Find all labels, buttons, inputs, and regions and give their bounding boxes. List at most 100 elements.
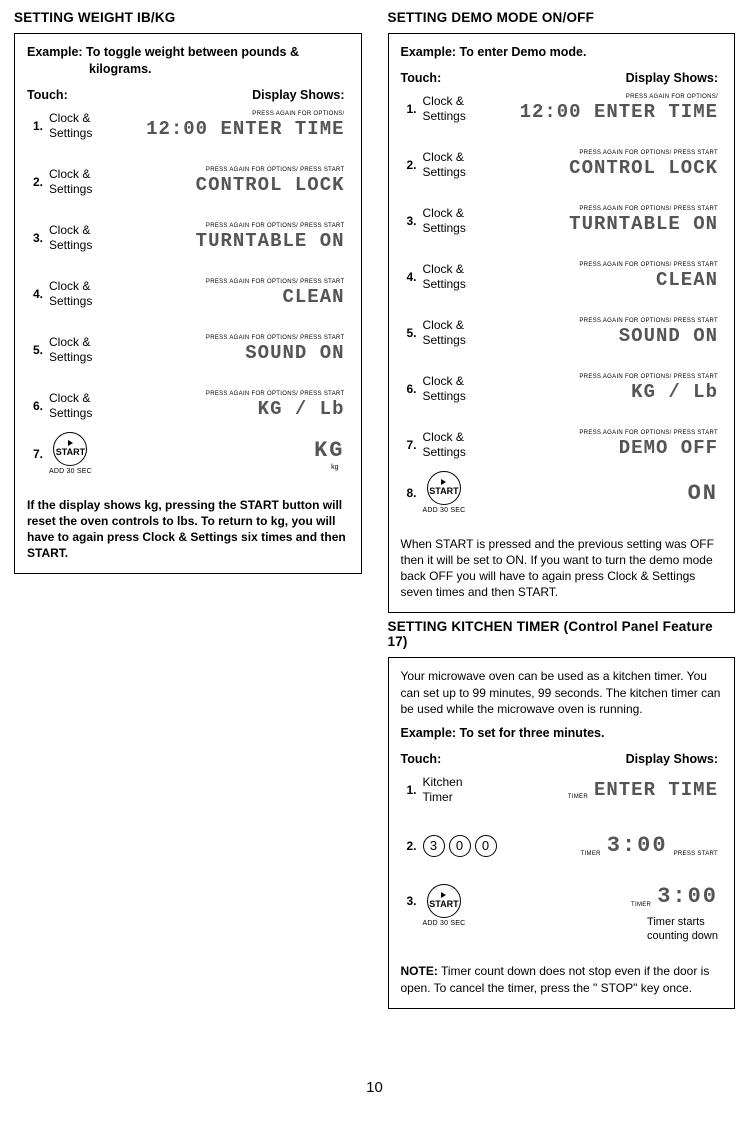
clock-settings-label: Clock &Settings	[49, 167, 131, 197]
step-row: 7.Clock &SettingsPRESS AGAIN FOR OPTIONS…	[401, 427, 723, 463]
clock-settings-label: Clock &Settings	[423, 150, 505, 180]
play-icon	[441, 479, 446, 485]
clock-settings-label: Clock &Settings	[423, 262, 505, 292]
tiny-label: TIMER	[631, 902, 651, 908]
lcd-display: 3:00	[607, 833, 668, 858]
clock-settings-label: Clock &Settings	[49, 335, 131, 365]
step-number: 6.	[27, 399, 49, 413]
weight-box: Example: To toggle weight between pounds…	[14, 33, 362, 574]
touch-header: Touch:	[401, 71, 549, 85]
clock-settings-label: Clock &Settings	[49, 223, 131, 253]
timer-label-b: Timer	[423, 790, 453, 804]
play-icon	[68, 440, 73, 446]
tiny-label: PRESS AGAIN FOR OPTIONS/	[252, 111, 344, 117]
clock-settings-label: Clock &Settings	[49, 279, 131, 309]
lcd-display: TURNTABLE ON	[196, 230, 345, 252]
page-number: 10	[0, 1079, 749, 1096]
timer-sub-b: counting down	[647, 930, 718, 942]
tiny-label: PRESS AGAIN FOR OPTIONS/ PRESS START	[206, 279, 345, 285]
step-number: 4.	[27, 287, 49, 301]
step-number: 8.	[401, 486, 423, 500]
example-weight: Example: To toggle weight between pounds…	[27, 44, 349, 78]
start-label: START	[56, 447, 85, 458]
note-row: NOTE: Timer count down does not stop eve…	[401, 963, 723, 995]
clock-settings-label: Clock &Settings	[423, 206, 505, 236]
step-number: 2.	[27, 175, 49, 189]
tiny-label: PRESS AGAIN FOR OPTIONS/ PRESS START	[206, 391, 345, 397]
step-number: 7.	[27, 447, 49, 461]
demo-box: Example: To enter Demo mode. Touch: Disp…	[388, 33, 736, 613]
digit-group: 300	[423, 835, 505, 857]
step-number: 4.	[401, 270, 423, 284]
step-row: 3.Clock &SettingsPRESS AGAIN FOR OPTIONS…	[401, 203, 723, 239]
step-number: 1.	[401, 102, 423, 116]
start-button-icon: START ADD 30 SEC	[423, 884, 466, 929]
display-header: Display Shows:	[548, 71, 722, 85]
tiny-label: TIMER	[581, 851, 601, 857]
start-sub: ADD 30 SEC	[423, 507, 466, 516]
lcd-display: ON	[688, 481, 718, 506]
digit-button: 0	[475, 835, 497, 857]
lcd-display: KG / Lb	[258, 398, 345, 420]
clock-settings-label: Clock &Settings	[423, 94, 505, 124]
tiny-label: TIMER	[568, 794, 588, 800]
example-tail: kilograms.	[27, 61, 349, 78]
step-row: 2.Clock &SettingsPRESS AGAIN FOR OPTIONS…	[27, 164, 349, 200]
lcd-display: SOUND ON	[245, 342, 344, 364]
step-number: 2.	[401, 839, 423, 853]
lcd-display: 3:00	[657, 884, 718, 909]
step-number: 7.	[401, 438, 423, 452]
tiny-label: PRESS START	[674, 851, 718, 857]
step-number: 6.	[401, 382, 423, 396]
step-number: 3.	[27, 231, 49, 245]
display-header: Display Shows:	[175, 88, 349, 102]
step-row: 5.Clock &Settings PRESS AGAIN FOR OPTIONS…	[401, 315, 723, 351]
step-row: 6.Clock &Settings PRESS AGAIN FOR OPTIONS…	[27, 388, 349, 424]
start-sub: ADD 30 SEC	[49, 468, 92, 477]
tiny-label: PRESS AGAIN FOR OPTIONS/ PRESS START	[579, 374, 718, 380]
section-title-demo: SETTING DEMO MODE ON/OFF	[388, 10, 736, 25]
tiny-label: PRESS AGAIN FOR OPTIONS/ PRESS START	[579, 318, 718, 324]
lcd-display: KG	[314, 438, 344, 463]
note-text: Timer count down does not stop even if t…	[401, 964, 710, 994]
step-number: 3.	[401, 884, 423, 908]
touch-header: Touch:	[401, 752, 549, 766]
step-row: 4.Clock &Settings PRESS AGAIN FOR OPTIONS…	[401, 259, 723, 295]
start-button-icon: START ADD 30 SEC	[423, 471, 466, 516]
example-demo: Example: To enter Demo mode.	[401, 44, 723, 61]
play-icon	[441, 892, 446, 898]
step-number: 1.	[27, 119, 49, 133]
start-button-icon: START ADD 30 SEC	[49, 432, 92, 477]
step-number: 5.	[27, 343, 49, 357]
lcd-display: SOUND ON	[619, 325, 718, 347]
step-number: 3.	[401, 214, 423, 228]
step-row: 1.Clock &SettingsPRESS AGAIN FOR OPTIONS…	[27, 108, 349, 144]
start-sub: ADD 30 SEC	[423, 920, 466, 929]
lcd-display: 12:00 ENTER TIME	[520, 101, 718, 123]
clock-settings-label: Clock &Settings	[423, 430, 505, 460]
lcd-display: CONTROL LOCK	[569, 157, 718, 179]
example-timer: Example: To set for three minutes.	[401, 725, 723, 742]
timer-sub-a: Timer starts	[647, 916, 705, 928]
digit-button: 0	[449, 835, 471, 857]
step-row: 4.Clock &Settings PRESS AGAIN FOR OPTIONS…	[27, 276, 349, 312]
step-number: 5.	[401, 326, 423, 340]
timer-intro: Your microwave oven can be used as a kit…	[401, 668, 723, 717]
digit-button: 3	[423, 835, 445, 857]
clock-settings-label: Clock &Settings	[49, 391, 131, 421]
clock-settings-label: Clock &Settings	[423, 318, 505, 348]
example-lead: Example: To toggle weight between pounds…	[27, 45, 299, 59]
step-row: 3.Clock &Settings PRESS AGAIN FOR OPTIONS…	[27, 220, 349, 256]
step-row: 2.Clock &SettingsPRESS AGAIN FOR OPTIONS…	[401, 147, 723, 183]
step-row: 1.Clock &SettingsPRESS AGAIN FOR OPTIONS…	[401, 91, 723, 127]
step-number: 1.	[401, 783, 423, 797]
touch-header: Touch:	[27, 88, 175, 102]
tiny-label: PRESS AGAIN FOR OPTIONS/ PRESS START	[579, 262, 718, 268]
step-row: 5.Clock &SettingsPRESS AGAIN FOR OPTIONS…	[27, 332, 349, 368]
lcd-display: DEMO OFF	[619, 437, 718, 459]
lcd-display: TURNTABLE ON	[569, 213, 718, 235]
lcd-display: 12:00 ENTER TIME	[146, 118, 344, 140]
note-label: NOTE:	[401, 964, 438, 978]
tiny-label: PRESS AGAIN FOR OPTIONS/ PRESS START	[206, 223, 345, 229]
timer-box: Your microwave oven can be used as a kit…	[388, 657, 736, 1008]
